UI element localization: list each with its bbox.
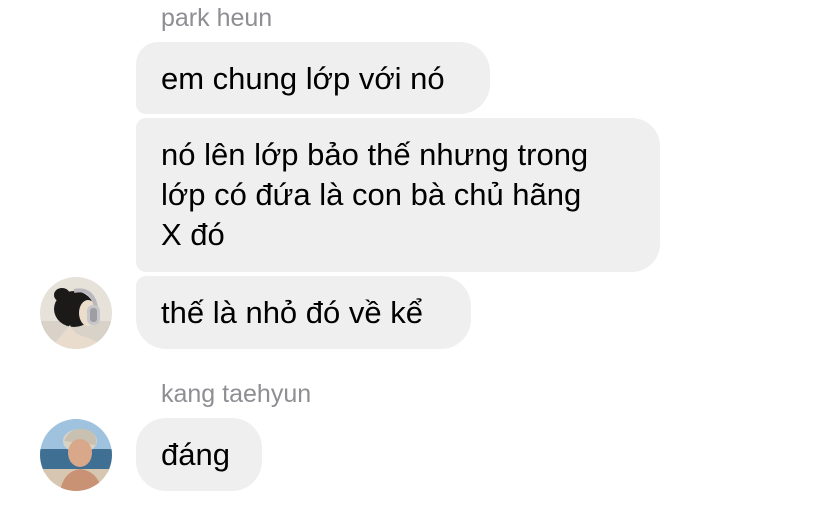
message-bubble[interactable]: em chung lớp với nó: [136, 42, 490, 114]
message-text: lớp có đứa là con bà chủ hãng: [161, 177, 582, 212]
message-text: đáng: [161, 437, 230, 472]
person-beach-avatar-icon[interactable]: [40, 419, 112, 491]
message-bubble[interactable]: thế là nhỏ đó về kể: [136, 276, 471, 349]
message-text: thế là nhỏ đó về kể: [161, 295, 423, 330]
message-bubble[interactable]: đáng: [136, 418, 262, 491]
person-headphones-avatar-icon[interactable]: [40, 277, 112, 349]
message-text: X đó: [161, 217, 225, 252]
sender-name: park heun: [161, 4, 273, 32]
message-text: nó lên lớp bảo thế nhưng trong: [161, 137, 589, 172]
message-bubble[interactable]: nó lên lớp bảo thế nhưng trong lớp có đứ…: [136, 118, 660, 272]
message-text: em chung lớp với nó: [161, 61, 445, 96]
sender-name: kang taehyun: [161, 380, 312, 408]
